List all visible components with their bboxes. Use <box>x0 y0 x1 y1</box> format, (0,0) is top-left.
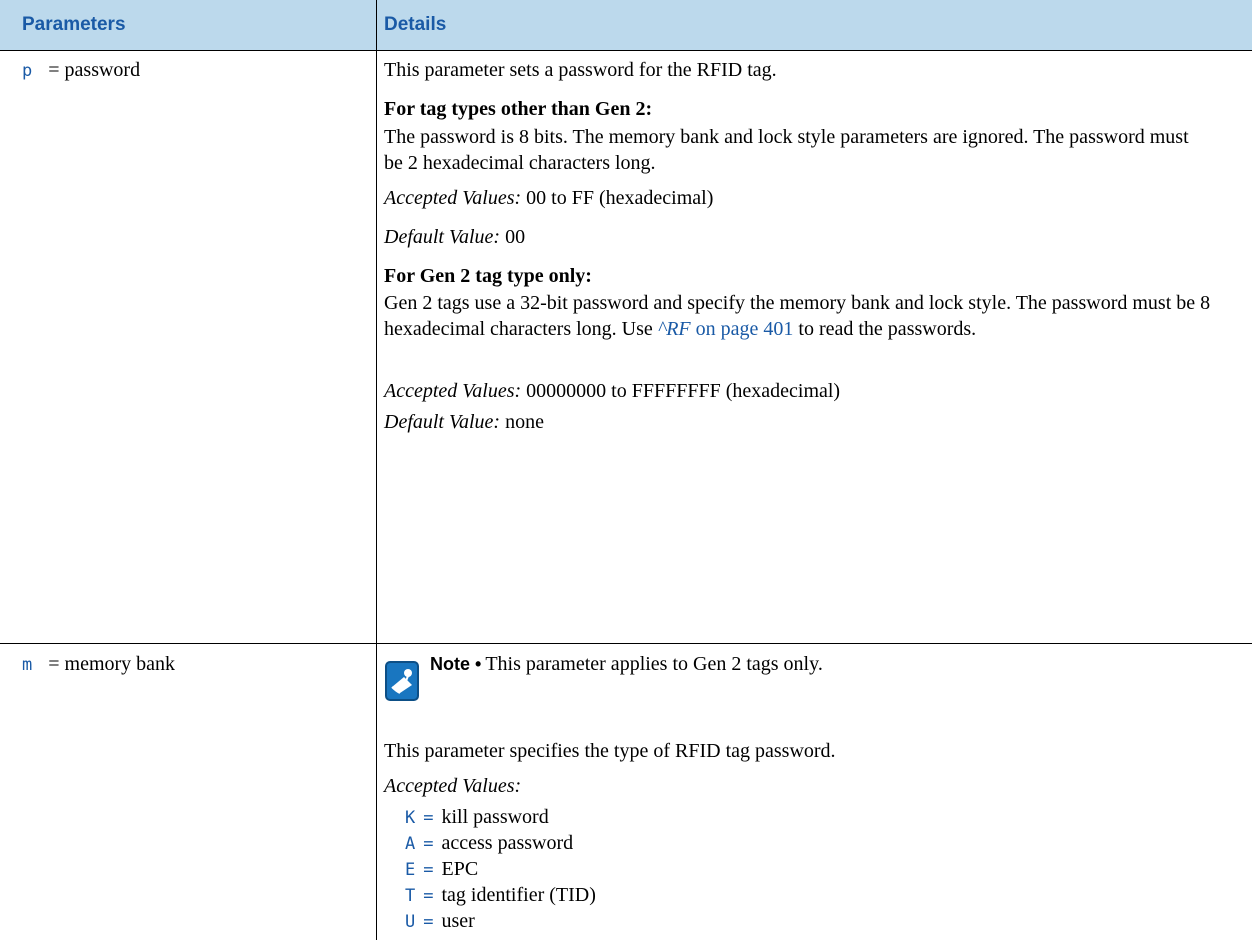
table-header: Parameters Details <box>0 0 1252 50</box>
default-value: Default Value: none <box>384 411 544 433</box>
accepted-values-label: Accepted Values: <box>384 775 522 797</box>
section-title: For Gen 2 tag type only: <box>384 265 592 287</box>
accepted-values: Accepted Values: 00000000 to FFFFFFFF (h… <box>384 380 841 402</box>
value-item: E = EPC <box>405 858 479 880</box>
section-title: For tag types other than Gen 2: <box>384 98 653 120</box>
detail-intro: This parameter specifies the type of RFI… <box>384 740 836 762</box>
param-m: m = memory bank <box>22 653 175 676</box>
section-body: The password is 8 bits. The memory bank … <box>384 126 1189 174</box>
value-item: U = user <box>405 910 475 932</box>
accepted-values: Accepted Values: 00 to FF (hexadecimal) <box>384 187 714 209</box>
section-body: Gen 2 tags use a 32-bit password and spe… <box>384 292 1211 340</box>
header-parameters: Parameters <box>22 14 126 35</box>
cross-reference-link[interactable]: ^RF on page 401 <box>658 318 794 340</box>
value-item: T = tag identifier (TID) <box>405 884 596 906</box>
value-item: A = access password <box>405 832 574 854</box>
param-label: = memory bank <box>48 653 176 675</box>
detail-intro: This parameter sets a password for the R… <box>384 59 777 81</box>
column-divider <box>376 0 377 940</box>
note: Note • This parameter applies to Gen 2 t… <box>430 653 823 675</box>
default-value: Default Value: 00 <box>384 226 526 248</box>
row-divider <box>0 643 1252 644</box>
param-code: p <box>22 61 33 81</box>
param-label: = password <box>48 59 141 81</box>
header-details: Details <box>384 14 447 35</box>
value-item: K = kill password <box>405 806 549 828</box>
header-divider <box>0 50 1252 51</box>
note-pin-icon <box>385 661 419 701</box>
param-code: m <box>22 655 33 675</box>
param-p: p = password <box>22 59 140 82</box>
